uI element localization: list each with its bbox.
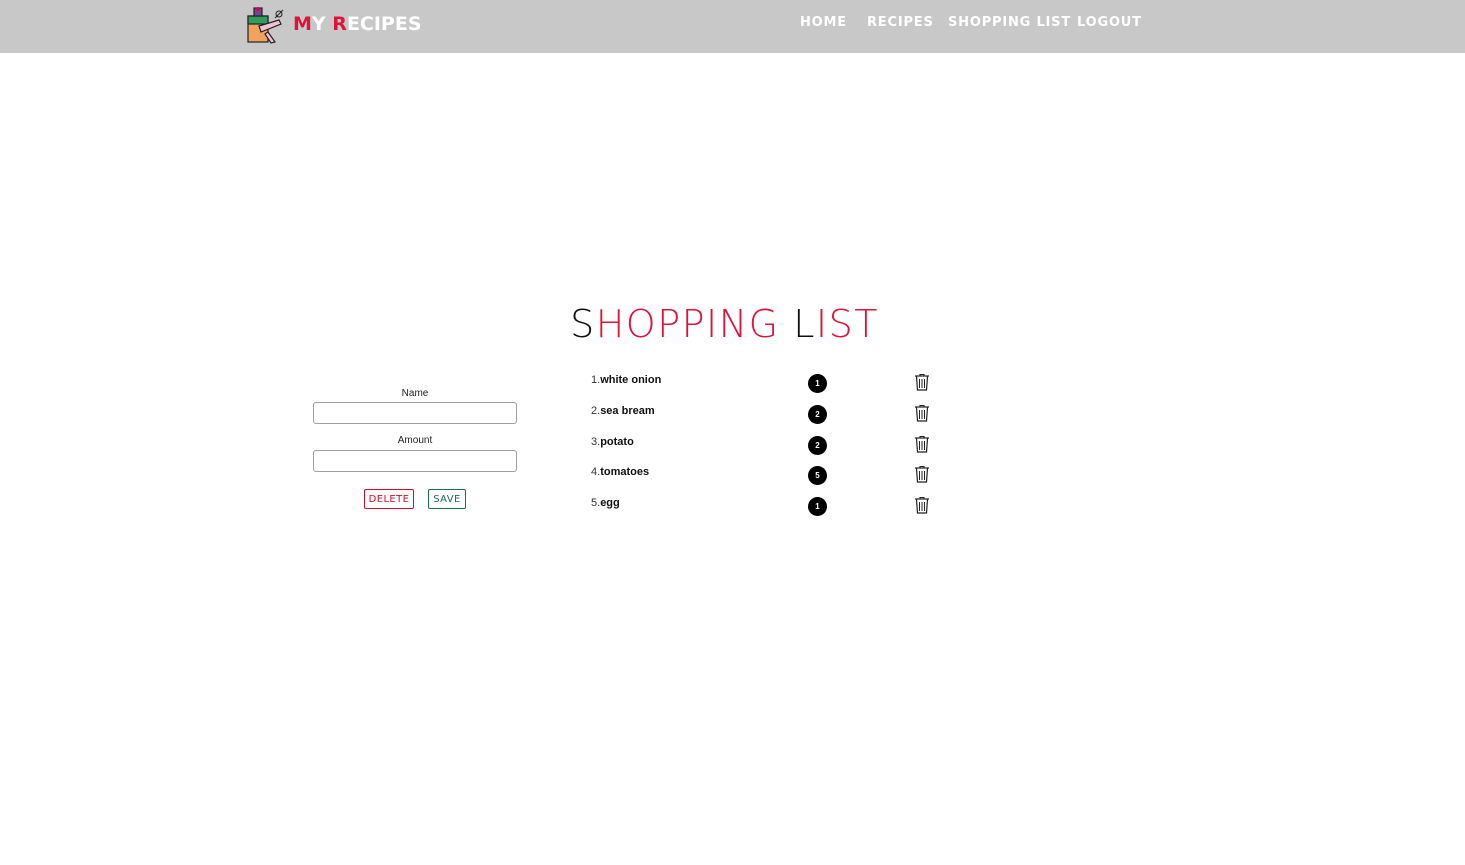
item-text: 1.white onion <box>591 373 661 387</box>
amount-input[interactable] <box>313 450 517 472</box>
nav-logout[interactable]: LOGOUT <box>1077 15 1142 31</box>
item-name: tomatoes <box>600 466 650 478</box>
item-text: 2.sea bream <box>591 404 655 418</box>
brand-title[interactable]: MY RECIPES <box>293 12 422 36</box>
trash-icon[interactable] <box>914 496 930 514</box>
amount-badge: 2 <box>808 436 827 455</box>
amount-label: Amount <box>397 435 433 446</box>
amount-badge: 2 <box>808 405 827 424</box>
list-item[interactable]: 3.potato 2 <box>591 433 941 455</box>
trash-icon[interactable] <box>914 404 930 422</box>
item-text: 4.tomatoes <box>591 465 649 479</box>
amount-badge: 1 <box>808 374 827 393</box>
item-text: 3.potato <box>591 435 634 449</box>
list-item[interactable]: 4.tomatoes 5 <box>591 463 941 485</box>
amount-badge: 1 <box>808 497 827 516</box>
page-title: SHOPPING LIST <box>0 300 1449 348</box>
item-number: 4. <box>591 466 601 478</box>
title-ist: IST <box>815 302 879 346</box>
item-name: sea bream <box>600 405 655 417</box>
save-button[interactable]: SAVE <box>428 489 466 509</box>
name-input[interactable] <box>313 402 517 424</box>
nav-home[interactable]: HOME <box>800 15 847 31</box>
trash-icon[interactable] <box>914 435 930 453</box>
item-number: 5. <box>591 497 601 509</box>
list-item[interactable]: 1.white onion 1 <box>591 371 941 393</box>
delete-button[interactable]: DELETE <box>364 489 414 509</box>
list-item[interactable]: 5.egg 1 <box>591 494 941 516</box>
chef-logo-icon[interactable] <box>245 6 287 44</box>
item-name: white onion <box>600 374 662 386</box>
title-letter-s: S <box>570 302 596 346</box>
list-item[interactable]: 2.sea bream 2 <box>591 402 941 424</box>
nav-shopping-list[interactable]: SHOPPING LIST <box>948 15 1071 31</box>
item-name: egg <box>600 497 620 509</box>
item-name: potato <box>600 436 634 448</box>
brand-letter-m: M <box>293 13 312 35</box>
item-number: 2. <box>591 405 601 417</box>
amount-badge: 5 <box>808 466 827 485</box>
title-letter-l: L <box>793 302 816 346</box>
brand-letter-r: R <box>332 13 347 35</box>
name-label: Name <box>401 388 429 399</box>
brand-rest: ECIPES <box>346 13 422 35</box>
item-number: 3. <box>591 436 601 448</box>
item-text: 5.egg <box>591 496 620 510</box>
brand-letter-y: Y <box>311 13 333 35</box>
nav-recipes[interactable]: RECIPES <box>867 15 934 31</box>
navbar: MY RECIPES HOME RECIPES SHOPPING LIST LO… <box>0 0 1465 53</box>
trash-icon[interactable] <box>914 465 930 483</box>
title-hopping: HOPPING <box>595 302 794 346</box>
trash-icon[interactable] <box>914 373 930 391</box>
item-number: 1. <box>591 374 601 386</box>
